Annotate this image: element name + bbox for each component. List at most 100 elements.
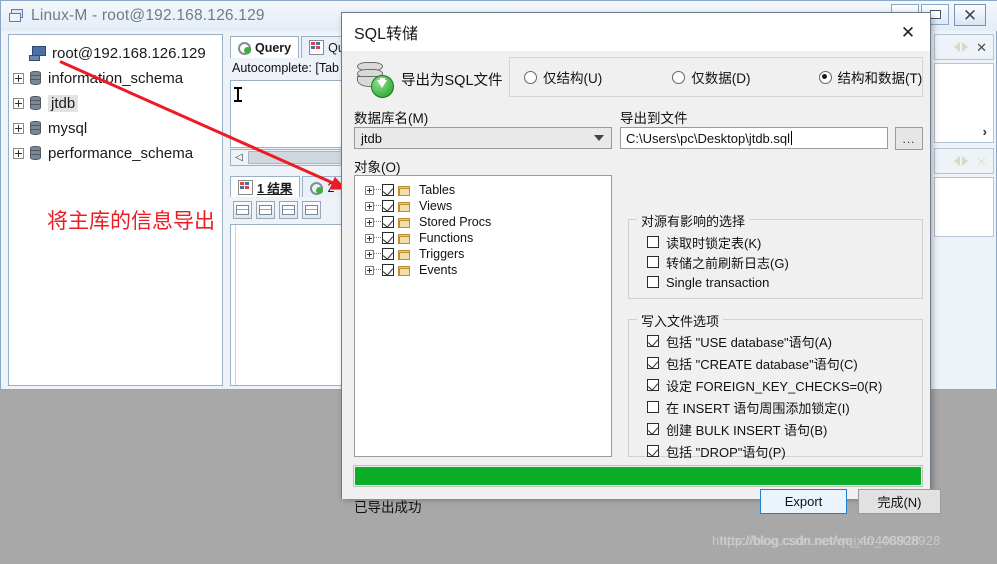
checkbox-create-database[interactable]: 包括 "CREATE database"语句(C) (647, 352, 882, 374)
expand-icon[interactable] (365, 249, 374, 259)
chevron-down-icon (594, 135, 604, 141)
object-row-views[interactable]: Views (365, 198, 611, 214)
close-button[interactable]: ✕ (954, 4, 986, 26)
tree-item-label: performance_schema (48, 145, 194, 162)
expand-icon[interactable] (13, 148, 24, 159)
checkbox-bulk-insert[interactable]: 创建 BULK INSERT 语句(B) (647, 418, 882, 440)
finish-button[interactable]: 完成(N) (858, 489, 941, 514)
folder-icon (398, 185, 411, 196)
checkbox-use-database[interactable]: 包括 "USE database"语句(A) (647, 330, 882, 352)
folder-icon (398, 249, 411, 260)
export-file-value: C:\Users\pc\Desktop\jtdb.sql (626, 130, 791, 146)
export-file-input[interactable]: C:\Users\pc\Desktop\jtdb.sql (620, 127, 888, 149)
expand-icon[interactable] (365, 185, 374, 195)
tab-result[interactable]: 1 结果 (230, 176, 301, 198)
finish-button-label: 完成(N) (877, 495, 922, 510)
tree-root-label: root@192.168.126.129 (52, 45, 206, 62)
panel-close-icon[interactable]: ✕ (976, 155, 987, 168)
query-icon (238, 41, 251, 55)
objects-tree[interactable]: Tables Views Stored Procs Functions Trig… (354, 175, 612, 457)
folder-icon (398, 233, 411, 244)
checkbox-icon (647, 401, 659, 413)
chevron-right-icon[interactable]: › (983, 124, 987, 139)
checkbox-icon (647, 445, 659, 457)
dialog-close-button[interactable]: ✕ (894, 21, 922, 45)
grid-insert-icon[interactable] (233, 201, 252, 219)
radio-icon (818, 70, 832, 84)
tree-root-item[interactable]: root@192.168.126.129 (13, 41, 218, 66)
object-label: Views (419, 199, 453, 213)
checkbox-drop-statement[interactable]: 包括 "DROP"语句(P) (647, 440, 882, 462)
window-restore-icon (9, 9, 25, 23)
grid-copy-icon[interactable] (279, 201, 298, 219)
grid-icon (309, 40, 325, 55)
export-progress-bar (353, 465, 923, 487)
grid-export-icon[interactable] (302, 201, 321, 219)
checkbox-single-transaction[interactable]: Single transaction (647, 272, 789, 292)
database-name-label: 数据库名(M) (354, 111, 429, 126)
grid-divider (235, 225, 236, 385)
expand-icon[interactable] (365, 233, 374, 243)
scroll-left-icon[interactable]: ◁ (231, 152, 247, 163)
checkbox-lock-around-insert[interactable]: 在 INSERT 语句周围添加锁定(I) (647, 396, 882, 418)
checkbox-label: 包括 "CREATE database"语句(C) (666, 356, 858, 372)
checkbox-foreign-key-checks[interactable]: 设定 FOREIGN_KEY_CHECKS=0(R) (647, 374, 882, 396)
object-row-tables[interactable]: Tables (365, 182, 611, 198)
checkbox-icon[interactable] (382, 200, 394, 212)
dialog-title: SQL转储 (354, 26, 419, 43)
tree-item-label: mysql (48, 120, 88, 137)
checkbox-label: 设定 FOREIGN_KEY_CHECKS=0(R) (666, 378, 883, 394)
dialog-body: 导出为SQL文件 仅结构(U) 仅数据(D) 结构和数据(T) 数据库名(M) … (342, 51, 941, 515)
info-icon (310, 181, 324, 195)
expand-icon[interactable] (365, 217, 374, 227)
source-impact-title: 对源有影响的选择 (637, 211, 750, 230)
export-button[interactable]: Export (760, 489, 847, 514)
server-icon (29, 46, 46, 61)
object-label: Triggers (419, 247, 465, 261)
expand-icon[interactable] (365, 201, 374, 211)
checkbox-flush-logs[interactable]: 转储之前刷新日志(G) (647, 252, 789, 272)
folder-icon (398, 265, 411, 276)
checkbox-icon[interactable] (382, 232, 394, 244)
panel-close-icon[interactable]: ✕ (976, 41, 987, 54)
checkbox-icon[interactable] (382, 184, 394, 196)
tree-item-jtdb[interactable]: jtdb (13, 91, 218, 116)
radio-structure-only[interactable]: 仅结构(U) (524, 67, 602, 87)
checkbox-lock-tables[interactable]: 读取时锁定表(K) (647, 232, 789, 252)
radio-label: 结构和数据(T) (837, 71, 923, 86)
checkbox-label: 包括 "DROP"语句(P) (666, 444, 786, 460)
object-row-functions[interactable]: Functions (365, 230, 611, 246)
radio-data-only[interactable]: 仅数据(D) (672, 67, 751, 87)
checkbox-icon[interactable] (382, 264, 394, 276)
right-panel-header-2: ✕ (934, 148, 994, 174)
grid-refresh-icon[interactable] (256, 201, 275, 219)
export-button-label: Export (784, 494, 823, 509)
database-export-icon (355, 60, 394, 98)
expand-icon[interactable] (13, 123, 24, 134)
object-label: Functions (419, 231, 474, 245)
database-name-select[interactable]: jtdb (354, 127, 612, 149)
radio-structure-and-data[interactable]: 结构和数据(T) (818, 67, 923, 87)
expand-icon[interactable] (13, 73, 24, 84)
expand-icon[interactable] (13, 98, 24, 109)
database-icon (29, 146, 42, 161)
browse-button[interactable]: ... (895, 127, 923, 150)
object-row-triggers[interactable]: Triggers (365, 246, 611, 262)
checkbox-icon (647, 236, 659, 248)
checkbox-label: 包括 "USE database"语句(A) (666, 334, 833, 350)
expand-icon[interactable] (365, 265, 374, 275)
folder-icon (398, 201, 411, 212)
export-mode-radio-group: 仅结构(U) 仅数据(D) 结构和数据(T) (509, 57, 923, 97)
checkbox-label: 创建 BULK INSERT 语句(B) (666, 422, 828, 438)
radio-label: 仅数据(D) (691, 71, 751, 86)
object-row-stored-procs[interactable]: Stored Procs (365, 214, 611, 230)
checkbox-icon[interactable] (382, 216, 394, 228)
nav-arrows-icon[interactable] (954, 42, 969, 52)
tab-query[interactable]: Query (230, 36, 300, 58)
object-row-events[interactable]: Events (365, 262, 611, 278)
tree-item-performance-schema[interactable]: performance_schema (13, 141, 218, 166)
export-mode-row: 导出为SQL文件 仅结构(U) 仅数据(D) 结构和数据(T) (351, 57, 923, 101)
write-file-options-group: 写入文件选项 包括 "USE database"语句(A) 包括 "CREATE… (628, 311, 923, 460)
checkbox-icon[interactable] (382, 248, 394, 260)
nav-arrows-icon[interactable] (954, 156, 969, 166)
